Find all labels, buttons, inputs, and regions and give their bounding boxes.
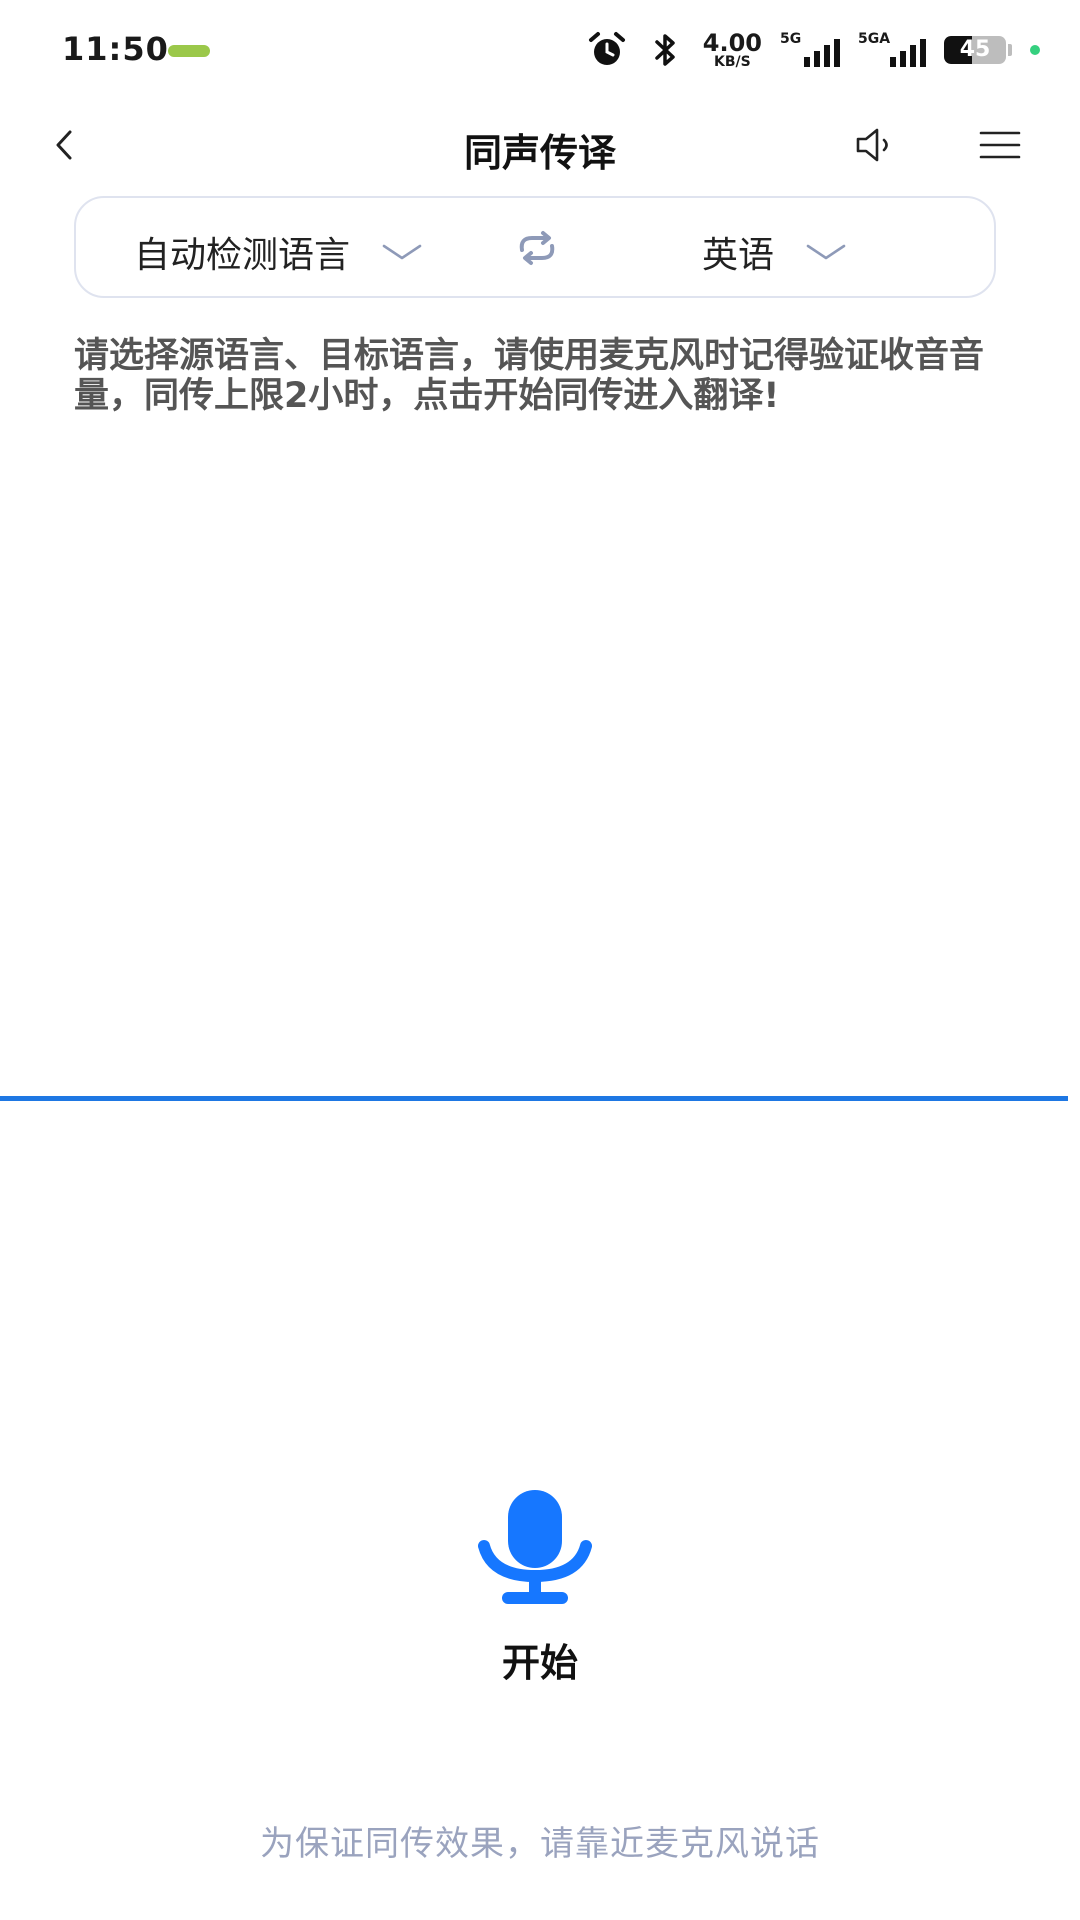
menu-icon[interactable]: [975, 120, 1025, 170]
app-notification-icon: [168, 45, 210, 57]
target-language-label: 英语: [702, 235, 775, 276]
start-button-label[interactable]: 开始: [0, 1632, 1080, 1687]
instruction-text: 请选择源语言、目标语言，请使用麦克风时记得验证收音音量，同传上限2小时，点击开始…: [74, 336, 985, 416]
network-speed-value: 4.00: [702, 29, 762, 57]
source-language-dropdown[interactable]: 自动检测语言: [134, 226, 424, 278]
privacy-dot-icon: [1030, 45, 1040, 55]
signal-icon: 5G: [780, 31, 840, 67]
battery-level: 45: [959, 37, 991, 62]
section-divider: [0, 1096, 1068, 1101]
header: 同声传译: [0, 110, 1080, 180]
target-language-dropdown[interactable]: 英语: [702, 226, 848, 278]
alarm-icon: [588, 32, 625, 65]
speaker-icon[interactable]: [852, 120, 902, 170]
footer-hint: 为保证同传效果，请靠近麦克风说话: [260, 1824, 820, 1864]
battery-tip: [1008, 44, 1012, 56]
status-icons: 4.00 KB/S 5G 5GA 45: [587, 28, 1040, 72]
status-time: 11:50: [62, 30, 169, 68]
status-bar: 11:50 4.00 KB/S 5G 5GA 45: [0, 0, 1080, 100]
microphone-icon[interactable]: [478, 1488, 592, 1606]
chevron-down-icon: [382, 244, 422, 260]
signal-tag: 5GA: [858, 31, 891, 47]
network-speed: 4.00 KB/S: [703, 31, 762, 69]
page-title: 同声传译: [463, 131, 616, 175]
chevron-down-icon: [806, 244, 846, 260]
battery-icon: 45: [944, 36, 1006, 64]
bluetooth-icon: [655, 34, 675, 66]
language-selector: 自动检测语言 英语: [74, 196, 996, 298]
signal-icon: 5GA: [858, 31, 926, 67]
signal-tag: 5G: [780, 31, 802, 47]
source-language-label: 自动检测语言: [134, 235, 351, 276]
network-speed-unit: KB/S: [714, 54, 751, 70]
swap-icon[interactable]: [512, 228, 562, 268]
